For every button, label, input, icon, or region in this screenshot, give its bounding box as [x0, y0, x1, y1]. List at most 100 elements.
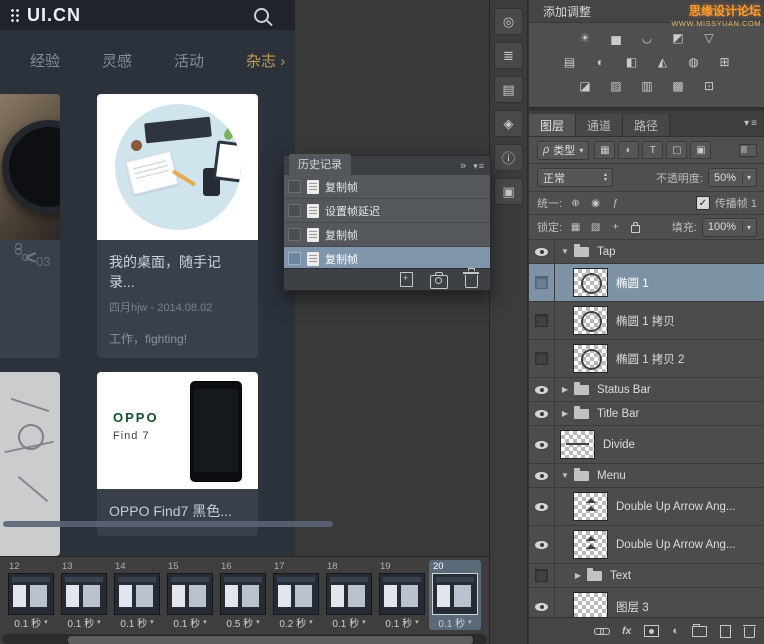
nav-tab-2[interactable]: 灵感: [102, 50, 132, 71]
unify-position-icon[interactable]: ⊕: [567, 196, 584, 211]
collapsed-styles-panel-icon[interactable]: ≣: [494, 42, 523, 69]
propagate-frame-checkbox[interactable]: ✓: [695, 196, 710, 210]
layer-row-11[interactable]: ▶ Text: [529, 564, 764, 588]
timeline-frame-15[interactable]: 15 0.1 秒 ▾: [164, 560, 216, 630]
collapsed-clone-source-panel-icon[interactable]: ◈: [494, 110, 523, 137]
visibility-cell[interactable]: [529, 378, 555, 401]
scrollbar-thumb[interactable]: [67, 635, 474, 644]
card-title[interactable]: 我的桌面，随手记录...: [109, 252, 246, 292]
delete-layer-icon[interactable]: [742, 624, 756, 638]
expand-triangle-icon[interactable]: ▼: [559, 247, 571, 256]
lock-position-icon[interactable]: +: [607, 220, 624, 235]
adj-posterize-icon[interactable]: ▨: [604, 76, 628, 95]
layer-row-3[interactable]: 椭圆 1 拷贝: [529, 302, 764, 340]
adj-exposure-icon[interactable]: ◩: [666, 28, 690, 47]
frame-delay-select[interactable]: 0.2 秒 ▾: [272, 615, 320, 630]
new-layer-icon[interactable]: [720, 624, 731, 638]
visibility-cell[interactable]: [529, 464, 555, 487]
visibility-cell[interactable]: [529, 402, 555, 425]
visibility-cell[interactable]: [529, 264, 555, 301]
layer-row-2[interactable]: 椭圆 1: [529, 264, 764, 302]
adj-color-balance-icon[interactable]: ◐: [589, 52, 613, 71]
expand-triangle-icon[interactable]: ▼: [559, 471, 571, 480]
delete-state-icon[interactable]: [463, 268, 479, 288]
new-adjustment-layer-icon[interactable]: ◐: [672, 625, 679, 637]
blend-mode-select[interactable]: 正常 ▴ ▾: [537, 168, 613, 187]
new-snapshot-icon[interactable]: [430, 271, 448, 289]
history-state-row[interactable]: 设置帧延迟: [284, 199, 490, 223]
timeline-frame-12[interactable]: 12 0.1 秒 ▾: [5, 560, 57, 630]
timeline-frame-17[interactable]: 17 0.2 秒 ▾: [270, 560, 322, 630]
tab-paths[interactable]: 路径: [623, 114, 671, 136]
tab-channels[interactable]: 通道: [576, 114, 624, 136]
new-document-from-state-icon[interactable]: [400, 272, 413, 287]
adj-photo-filter-icon[interactable]: ◭: [651, 52, 675, 71]
frame-delay-select[interactable]: 0.1 秒 ▾: [431, 615, 479, 630]
frame-delay-select[interactable]: 0.1 秒 ▾: [378, 615, 426, 630]
filter-kind-select[interactable]: ρ 类型 ▾: [537, 140, 590, 160]
timeline-frame-16[interactable]: 16 0.5 秒 ▾: [217, 560, 269, 630]
nav-tab-4[interactable]: 杂志 ›: [246, 50, 285, 71]
adj-hue-saturation-icon[interactable]: ▤: [558, 52, 582, 71]
frame-delay-select[interactable]: 0.1 秒 ▾: [325, 615, 373, 630]
nav-tab-3[interactable]: 活动: [174, 50, 204, 71]
expand-triangle-icon[interactable]: ▶: [559, 409, 571, 418]
expand-triangle-icon[interactable]: ▶: [559, 385, 571, 394]
visibility-cell[interactable]: [529, 240, 555, 263]
adj-brightness-contrast-icon[interactable]: ☀: [573, 28, 597, 47]
frame-delay-select[interactable]: 0.1 秒 ▾: [166, 615, 214, 630]
timeline-frame-18[interactable]: 18 0.1 秒 ▾: [323, 560, 375, 630]
adj-threshold-icon[interactable]: ▥: [635, 76, 659, 95]
add-layer-mask-icon[interactable]: [644, 625, 660, 637]
adj-selective-color-icon[interactable]: ⊡: [697, 76, 721, 95]
filter-shape-layers-icon[interactable]: ▢: [666, 141, 688, 159]
adj-channel-mixer-icon[interactable]: ◍: [682, 52, 706, 71]
panel-menu-icon[interactable]: ▾ ≡: [473, 161, 484, 172]
card-watch-partial[interactable]: 03: [0, 94, 60, 358]
collapsed-adjustments-panel-icon[interactable]: ◎: [494, 8, 523, 35]
history-source-box[interactable]: [288, 228, 301, 241]
filter-adjustment-layers-icon[interactable]: ◐: [618, 141, 640, 159]
layer-row-5[interactable]: ▶ Status Bar: [529, 378, 764, 402]
layer-row-1[interactable]: ▼ Tap: [529, 240, 764, 264]
layer-row-4[interactable]: 椭圆 1 拷贝 2: [529, 340, 764, 378]
layer-thumbnail[interactable]: [573, 530, 608, 559]
filter-type-layers-icon[interactable]: T: [642, 141, 664, 159]
timeline-frame-13[interactable]: 13 0.1 秒 ▾: [58, 560, 110, 630]
unify-style-icon[interactable]: ƒ: [607, 196, 624, 211]
layer-row-9[interactable]: Double Up Arrow Ang...: [529, 488, 764, 526]
timeline-scrollbar[interactable]: [2, 634, 487, 644]
layer-thumbnail[interactable]: [573, 592, 608, 617]
new-group-icon[interactable]: [692, 623, 707, 637]
history-state-row[interactable]: 复制帧: [284, 223, 490, 247]
card-sketch-partial[interactable]: [0, 372, 60, 556]
layer-row-6[interactable]: ▶ Title Bar: [529, 402, 764, 426]
panel-menu-icon[interactable]: ▾ ≡: [744, 111, 764, 136]
layer-style-icon[interactable]: fx: [622, 625, 631, 637]
expand-triangle-icon[interactable]: ▶: [572, 571, 584, 580]
layer-row-10[interactable]: Double Up Arrow Ang...: [529, 526, 764, 564]
timeline-frame-14[interactable]: 14 0.1 秒 ▾: [111, 560, 163, 630]
tab-layers[interactable]: 图层: [529, 114, 577, 136]
adj-black-white-icon[interactable]: ◧: [620, 52, 644, 71]
adj-levels-icon[interactable]: ▅: [604, 28, 628, 47]
adj-color-lookup-icon[interactable]: ⊞: [713, 52, 737, 71]
search-icon[interactable]: [254, 7, 269, 23]
visibility-cell[interactable]: [529, 426, 555, 463]
fill-select[interactable]: 100% ▾: [701, 217, 757, 237]
card-desktop-post[interactable]: 我的桌面，随手记录... 四月hjw - 2014.08.02 工作，fight…: [97, 94, 258, 358]
lock-all-icon[interactable]: [627, 220, 644, 235]
timeline-frame-20[interactable]: 20 0.1 秒 ▾: [429, 560, 481, 630]
adj-vibrance-icon[interactable]: ▽: [697, 28, 721, 47]
history-source-box[interactable]: [288, 180, 301, 193]
filter-smart-objects-icon[interactable]: ▣: [690, 141, 712, 159]
collapsed-presets-panel-icon[interactable]: ▣: [494, 178, 523, 205]
layer-filter-toggle[interactable]: [739, 143, 757, 157]
layer-thumbnail[interactable]: [560, 430, 595, 459]
lock-image-pixels-icon[interactable]: ▧: [587, 220, 604, 235]
adj-invert-icon[interactable]: ◪: [573, 76, 597, 95]
lock-transparent-pixels-icon[interactable]: ▦: [567, 220, 584, 235]
layer-thumbnail[interactable]: [573, 306, 608, 335]
visibility-cell[interactable]: [529, 488, 555, 525]
filter-pixel-layers-icon[interactable]: ▦: [594, 141, 616, 159]
